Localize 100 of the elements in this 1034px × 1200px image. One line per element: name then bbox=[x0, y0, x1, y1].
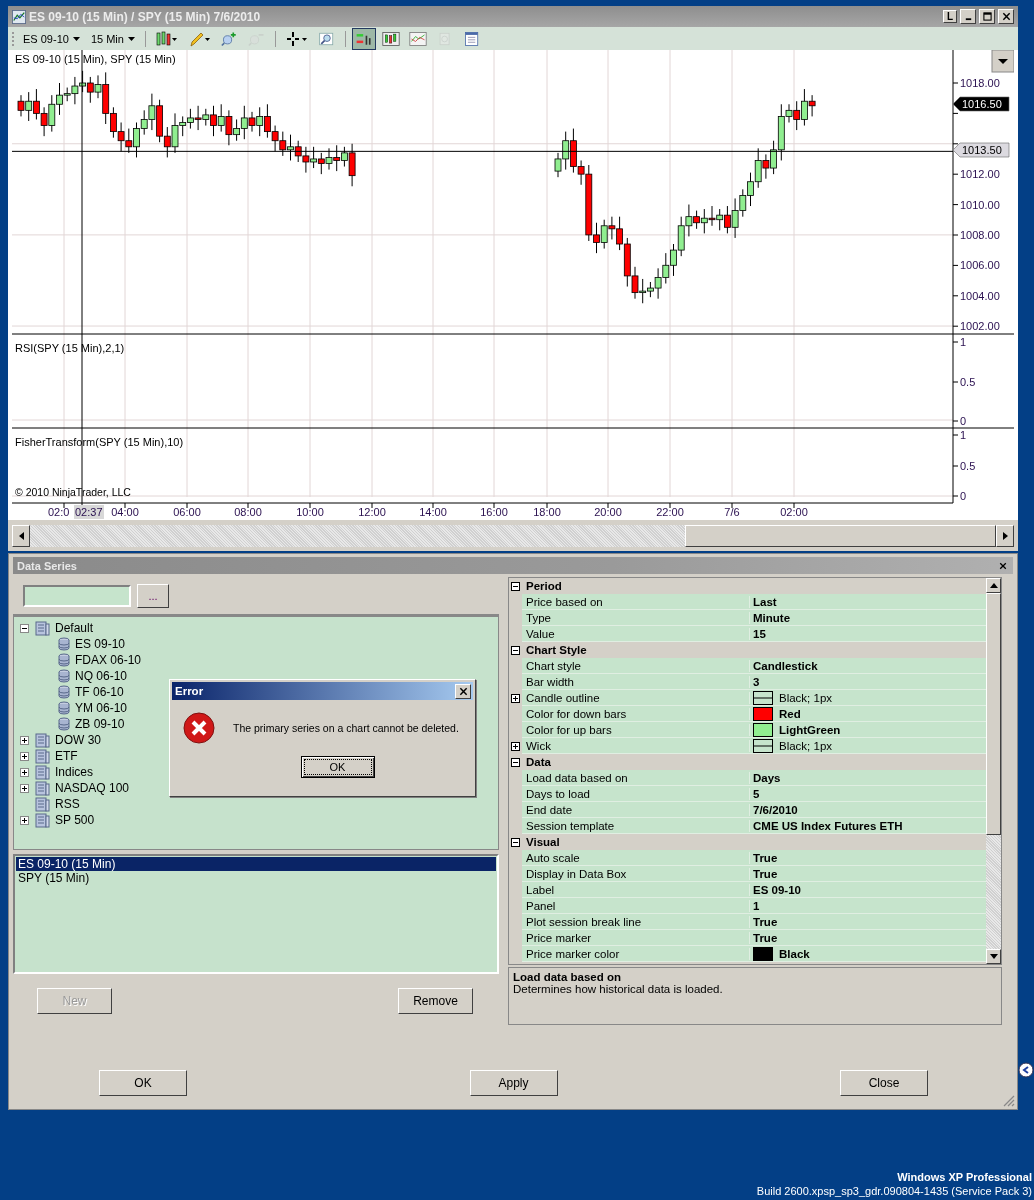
property-value[interactable]: Days bbox=[753, 771, 781, 784]
property-row[interactable]: Price based on Last bbox=[522, 594, 986, 610]
tree-item[interactable]: FDAX 06-10 bbox=[75, 653, 142, 667]
property-value[interactable]: 15 bbox=[753, 627, 766, 640]
property-row[interactable]: Auto scale True bbox=[522, 850, 986, 866]
minimize-button[interactable] bbox=[960, 9, 976, 24]
property-row[interactable]: Color for down bars Red bbox=[522, 706, 986, 722]
scroll-left-button[interactable] bbox=[12, 525, 30, 547]
property-value[interactable]: CME US Index Futures ETH bbox=[753, 819, 903, 832]
scrollbar-thumb[interactable] bbox=[986, 593, 1001, 835]
panel-menu-button[interactable] bbox=[991, 50, 1014, 73]
property-value[interactable]: Black; 1px bbox=[779, 739, 833, 752]
expand-icon[interactable] bbox=[20, 751, 29, 761]
property-value[interactable]: Red bbox=[779, 707, 801, 720]
collapse-icon[interactable] bbox=[511, 645, 520, 655]
tree-item[interactable]: SP 500 bbox=[55, 813, 95, 827]
tree-item[interactable]: YM 06-10 bbox=[75, 701, 128, 715]
close-button[interactable] bbox=[455, 683, 471, 699]
property-row[interactable]: Bar width 3 bbox=[522, 674, 986, 690]
expand-icon[interactable] bbox=[20, 735, 29, 745]
property-value[interactable]: 7/6/2010 bbox=[753, 803, 798, 816]
maximize-button[interactable] bbox=[979, 9, 995, 24]
scroll-right-button[interactable] bbox=[996, 525, 1014, 547]
collapse-icon[interactable] bbox=[511, 581, 520, 591]
property-row[interactable]: Days to load 5 bbox=[522, 786, 986, 802]
property-row[interactable]: Display in Data Box True bbox=[522, 866, 986, 882]
expand-icon[interactable] bbox=[20, 815, 29, 825]
vertical-scrollbar[interactable] bbox=[986, 578, 1001, 964]
tree-item[interactable]: Default bbox=[55, 621, 94, 635]
tree-item[interactable]: RSS bbox=[55, 797, 80, 811]
search-field[interactable] bbox=[23, 584, 131, 607]
link-button[interactable]: L bbox=[943, 10, 957, 23]
ok-button[interactable]: OK bbox=[300, 756, 375, 778]
property-value[interactable]: True bbox=[753, 851, 778, 864]
property-row[interactable]: Color for up bars LightGreen bbox=[522, 722, 986, 738]
property-row[interactable]: Candle outline Black; 1px bbox=[522, 690, 986, 706]
category-label[interactable]: Chart Style bbox=[522, 644, 587, 656]
tree-item[interactable]: ES 09-10 bbox=[75, 637, 126, 651]
collapse-icon[interactable] bbox=[20, 623, 29, 633]
property-value[interactable]: True bbox=[753, 931, 778, 944]
property-value[interactable]: Black; 1px bbox=[779, 691, 833, 704]
property-value[interactable]: Last bbox=[753, 595, 777, 608]
interval-dropdown[interactable]: 15 Min bbox=[86, 32, 139, 45]
property-row[interactable]: Panel 1 bbox=[522, 898, 986, 914]
property-row[interactable]: Wick Black; 1px bbox=[522, 738, 986, 754]
database-icon bbox=[34, 732, 50, 748]
ok-button[interactable]: OK bbox=[99, 1070, 187, 1096]
apply-button[interactable]: Apply bbox=[469, 1070, 558, 1096]
scroll-up-button[interactable] bbox=[986, 578, 1001, 593]
instrument-dropdown[interactable]: ES 09-10 bbox=[19, 32, 84, 45]
property-row[interactable]: Load data based on Days bbox=[522, 770, 986, 786]
close-button[interactable] bbox=[998, 9, 1014, 24]
property-row[interactable]: Type Minute bbox=[522, 610, 986, 626]
time-label: 18:00 bbox=[533, 506, 561, 518]
series-item[interactable]: ES 09-10 (15 Min) bbox=[16, 857, 496, 871]
tree-item[interactable]: NQ 06-10 bbox=[75, 669, 128, 683]
property-value[interactable]: True bbox=[753, 915, 778, 928]
property-value[interactable]: ES 09-10 bbox=[753, 883, 801, 896]
remove-button[interactable]: Remove bbox=[398, 988, 473, 1014]
property-value[interactable]: Minute bbox=[753, 611, 791, 624]
property-value[interactable]: 1 bbox=[753, 899, 760, 912]
category-label[interactable]: Data bbox=[522, 756, 551, 768]
scroll-down-button[interactable] bbox=[986, 949, 1001, 964]
collapse-icon[interactable] bbox=[511, 757, 520, 767]
expand-icon[interactable] bbox=[511, 693, 520, 703]
property-value[interactable]: LightGreen bbox=[779, 723, 841, 736]
property-value[interactable]: True bbox=[753, 867, 778, 880]
collapse-icon[interactable] bbox=[511, 837, 520, 847]
property-row[interactable]: Label ES 09-10 bbox=[522, 882, 986, 898]
tree-item[interactable]: TF 06-10 bbox=[75, 685, 124, 699]
expand-icon[interactable] bbox=[20, 783, 29, 793]
expand-icon[interactable] bbox=[511, 741, 520, 751]
property-name: Display in Data Box bbox=[522, 867, 750, 880]
tree-item[interactable]: Indices bbox=[55, 765, 94, 779]
category-label[interactable]: Period bbox=[522, 580, 562, 592]
property-row[interactable]: Plot session break line True bbox=[522, 914, 986, 930]
expand-icon[interactable] bbox=[20, 767, 29, 777]
tree-item[interactable]: DOW 30 bbox=[55, 733, 101, 747]
horizontal-scrollbar[interactable] bbox=[12, 525, 1014, 547]
arrow-circle-icon[interactable] bbox=[1018, 1062, 1034, 1078]
browse-button[interactable]: ... bbox=[137, 583, 169, 608]
tree-item[interactable]: ETF bbox=[55, 749, 78, 763]
series-item[interactable]: SPY (15 Min) bbox=[16, 871, 496, 885]
property-row[interactable]: Chart style Candlestick bbox=[522, 658, 986, 674]
property-row[interactable]: Price marker color Black bbox=[522, 946, 986, 962]
scrollbar-thumb[interactable] bbox=[685, 525, 996, 547]
property-row[interactable]: End date 7/6/2010 bbox=[522, 802, 986, 818]
property-value[interactable]: Candlestick bbox=[753, 659, 818, 672]
property-value[interactable]: Black bbox=[779, 947, 810, 960]
property-value[interactable]: 5 bbox=[753, 787, 760, 800]
property-row[interactable]: Session template CME US Index Futures ETH bbox=[522, 818, 986, 834]
close-dialog-button[interactable]: Close bbox=[840, 1070, 928, 1096]
chart-trader-tool[interactable] bbox=[351, 27, 376, 50]
property-row[interactable]: Price marker True bbox=[522, 930, 986, 946]
tree-item[interactable]: ZB 09-10 bbox=[75, 717, 125, 731]
tree-item[interactable]: NASDAQ 100 bbox=[55, 781, 130, 795]
property-value[interactable]: 3 bbox=[753, 675, 760, 688]
property-name: Type bbox=[522, 611, 750, 624]
category-label[interactable]: Visual bbox=[522, 836, 560, 848]
property-row[interactable]: Value 15 bbox=[522, 626, 986, 642]
